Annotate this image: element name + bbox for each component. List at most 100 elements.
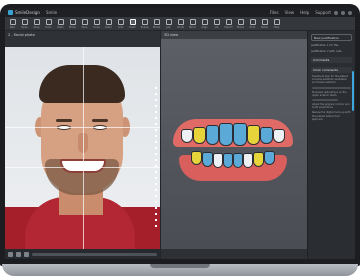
tool-align-button[interactable]: Align xyxy=(199,17,210,30)
tool-shade-button[interactable]: Shade xyxy=(139,17,150,30)
upper-tooth[interactable] xyxy=(233,123,247,146)
tool-grid-button[interactable]: Grid xyxy=(115,17,126,30)
new-icon xyxy=(9,19,16,25)
face-icon xyxy=(81,19,88,25)
tool-print-button[interactable]: Print xyxy=(247,17,258,30)
upper-tooth[interactable] xyxy=(206,125,219,145)
lower-tooth[interactable] xyxy=(191,151,202,165)
tool-jaw-button[interactable]: Jaw xyxy=(163,17,174,30)
jaw-icon xyxy=(165,19,172,25)
prev-icon[interactable] xyxy=(8,251,13,257)
photo-panel: 2 - Facial photo xyxy=(5,31,160,259)
tool-lib-button[interactable]: Lib xyxy=(211,17,222,30)
tool-export-button[interactable]: Export xyxy=(223,17,234,30)
tool-label: Lib xyxy=(214,26,219,29)
tool-save-button[interactable]: Save xyxy=(31,17,42,30)
menu-item[interactable]: Files xyxy=(270,10,279,15)
upper-tooth[interactable] xyxy=(247,125,260,145)
comment-paragraph: Proposed restorations on the upper anter… xyxy=(312,90,347,97)
tool-photo-button[interactable]: Photo xyxy=(67,17,78,30)
minimize-icon[interactable] xyxy=(334,10,338,15)
timeline-track[interactable] xyxy=(32,252,157,256)
dental-arch-model[interactable] xyxy=(173,119,293,183)
tool-model-button[interactable]: Model xyxy=(151,17,162,30)
export-icon xyxy=(225,19,232,25)
comment-paragraph: Adjust the gingival contour and tooth pr… xyxy=(312,103,350,110)
properties-sidebar: New justification Justification 1 for th… xyxy=(307,31,355,259)
lower-tooth[interactable] xyxy=(202,152,213,167)
tool-new-button[interactable]: New xyxy=(7,17,18,30)
comment-paragraph: Review the digital mock-up with the pati… xyxy=(312,111,351,121)
tool-smile-button[interactable]: Smile xyxy=(175,17,186,30)
viewport-footer xyxy=(161,249,308,259)
upper-tooth[interactable] xyxy=(273,129,285,143)
upper-tooth[interactable] xyxy=(260,127,273,144)
lower-tooth[interactable] xyxy=(243,153,253,168)
tool-open-button[interactable]: Open xyxy=(19,17,30,30)
tool-label: Photo xyxy=(68,26,77,29)
photo-icon xyxy=(69,19,76,25)
tool-notes-button[interactable]: Notes xyxy=(259,17,270,30)
ruler-icon xyxy=(105,19,112,25)
tool-redo-button[interactable]: Redo xyxy=(55,17,66,30)
save-icon xyxy=(33,19,40,25)
tool-label: Mirror xyxy=(188,26,197,29)
tool-lines-button[interactable]: Lines xyxy=(91,17,102,30)
3d-viewport[interactable] xyxy=(161,39,308,249)
play-icon[interactable] xyxy=(16,251,21,257)
model-icon xyxy=(153,19,160,25)
upper-tooth[interactable] xyxy=(181,129,193,143)
midline-guide[interactable] xyxy=(83,47,84,249)
justification-item[interactable]: Justification 2 with note xyxy=(311,50,352,53)
tool-mirror-button[interactable]: Mirror xyxy=(187,17,198,30)
tool-face-button[interactable]: Face xyxy=(79,17,90,30)
tool-label: New xyxy=(9,26,16,29)
tool-label: Ruler xyxy=(105,26,112,29)
shade-icon xyxy=(141,19,148,25)
upper-tooth[interactable] xyxy=(219,123,233,146)
user-name[interactable]: Support xyxy=(315,10,331,15)
tool-label: Smile xyxy=(177,26,184,29)
next-icon[interactable] xyxy=(24,251,29,257)
print-icon xyxy=(249,19,256,25)
tool-help-button[interactable]: Help xyxy=(271,17,282,30)
justification-item[interactable]: Justification 1 for this xyxy=(311,44,352,47)
facial-photo[interactable] xyxy=(5,47,160,249)
tool-ruler-button[interactable]: Ruler xyxy=(103,17,114,30)
redo-icon xyxy=(57,19,64,25)
lower-tooth[interactable] xyxy=(223,153,233,168)
sidebar-scrollbar[interactable] xyxy=(352,71,354,111)
tool-teeth-button[interactable]: Teeth xyxy=(127,17,138,30)
model-panel: 3D view xyxy=(160,31,308,259)
upper-tooth[interactable] xyxy=(193,127,206,144)
tool-label: Face xyxy=(81,26,88,29)
main-toolbar: New Open Save Undo Redo Photo Face Lines Ruler Gr… xyxy=(5,17,355,31)
lines-icon xyxy=(93,19,100,25)
vertical-ruler xyxy=(155,87,157,227)
menu-item[interactable]: Smile xyxy=(46,10,57,15)
undo-icon xyxy=(45,19,52,25)
lower-tooth[interactable] xyxy=(253,152,264,167)
photo-hair xyxy=(39,65,125,103)
comments-section-title[interactable]: Comments xyxy=(311,57,352,63)
share-icon xyxy=(237,19,244,25)
align-icon xyxy=(201,19,208,25)
menu-item[interactable]: View xyxy=(285,10,295,15)
maximize-icon[interactable] xyxy=(341,10,345,15)
clinic-comments-title[interactable]: Clinic comments xyxy=(311,67,352,73)
lower-tooth[interactable] xyxy=(213,153,223,168)
menu-item[interactable]: Help xyxy=(300,10,309,15)
new-justification-button[interactable]: New justification xyxy=(311,34,352,41)
tool-label: Redo xyxy=(57,26,64,29)
lower-tooth[interactable] xyxy=(264,151,275,165)
tool-label: Export xyxy=(224,26,233,29)
tool-share-button[interactable]: Share xyxy=(235,17,246,30)
lower-tooth[interactable] xyxy=(233,153,243,168)
photo-panel-title: 2 - Facial photo xyxy=(8,32,35,37)
close-icon[interactable] xyxy=(348,10,352,15)
tool-label: Help xyxy=(273,26,280,29)
title-bar: SmileDesign Smile Files View Help Suppor… xyxy=(5,8,355,17)
text-line-placeholder xyxy=(312,99,338,102)
open-icon xyxy=(21,19,28,25)
tool-undo-button[interactable]: Undo xyxy=(43,17,54,30)
